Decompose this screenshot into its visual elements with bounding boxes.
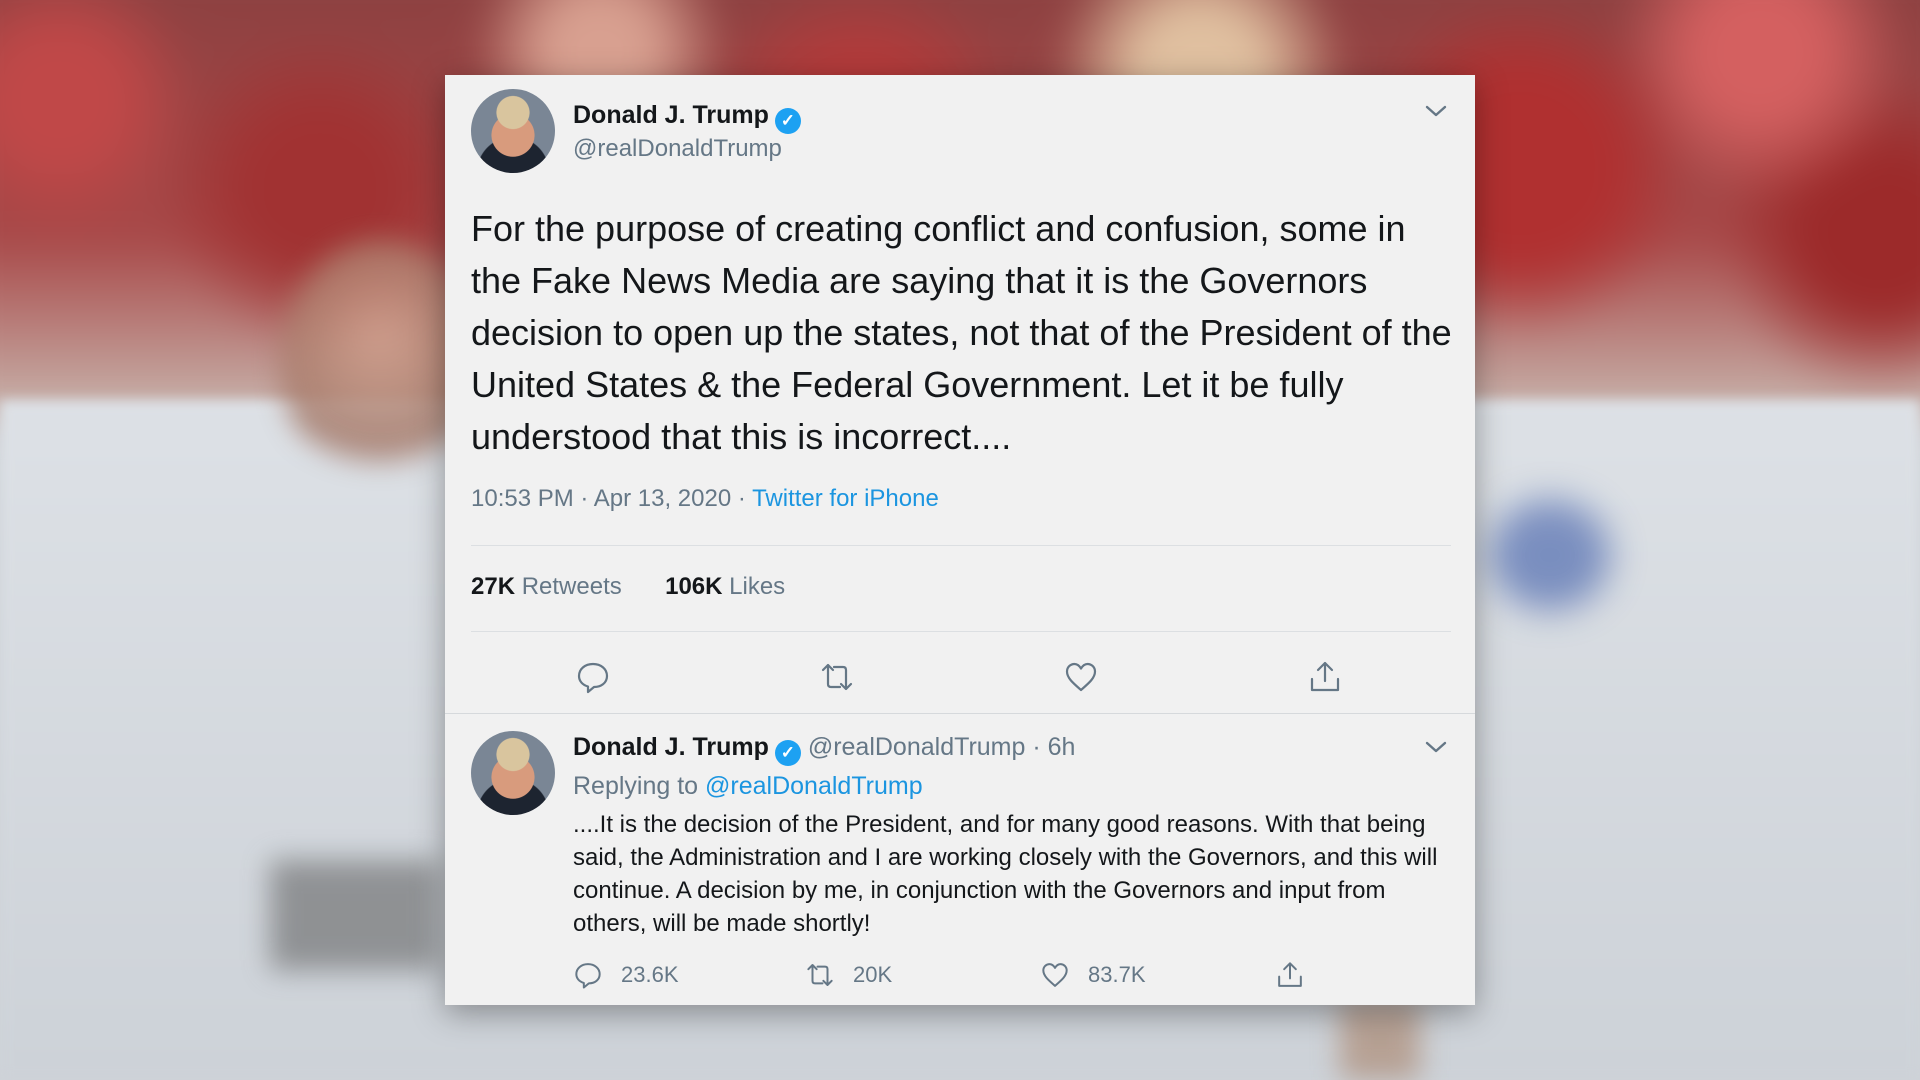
verified-badge-icon: ✓ [774,108,801,134]
tweet-source-link[interactable]: Twitter for iPhone [752,485,939,512]
reply-age[interactable]: · 6h [1032,733,1075,761]
retweets-label: Retweets [521,573,622,600]
reply-header: Donald J. Trump ✓ @realDonaldTrump · 6h [573,733,1075,766]
share-icon[interactable] [1307,659,1343,695]
divider [471,631,1451,632]
reply-like-button[interactable]: 83.7K [1040,957,1146,993]
share-icon [1278,962,1302,987]
retweets-count: 27K [471,573,516,600]
tweet-stats: 27K Retweets 106K Likes [471,573,785,601]
heart-icon [1042,963,1068,987]
chevron-down-icon[interactable] [1423,103,1449,119]
verified-badge-icon: ✓ [774,740,801,766]
retweet-icon[interactable] [819,659,855,695]
reply-reply-button[interactable]: 23.6K [573,957,679,993]
background-image-thumb [270,860,440,970]
retweet-icon [807,964,833,986]
likes-stat[interactable]: 106K Likes [665,573,785,600]
author-name-row[interactable]: Donald J. Trump ✓ [573,101,801,134]
likes-label: Likes [729,573,786,600]
retweets-stat[interactable]: 27K Retweets [471,573,622,600]
heart-icon[interactable] [1063,659,1099,695]
author-handle[interactable]: @realDonaldTrump [573,135,782,163]
background-logo [1490,500,1610,610]
background-decor [1340,1000,1420,1080]
reply-author-handle[interactable]: @realDonaldTrump [808,733,1026,761]
replying-prefix: Replying to [573,772,699,800]
reply-likes-count: 83.7K [1088,962,1146,987]
reply-retweets-count: 20K [853,962,893,987]
reply-retweet-button[interactable]: 20K [805,957,892,993]
tweet-text: For the purpose of creating conflict and… [471,208,1452,457]
reply-author-name[interactable]: Donald J. Trump [573,733,769,761]
reply-share-button[interactable] [1275,957,1323,993]
author-avatar[interactable] [471,89,555,173]
replying-to-link[interactable]: @realDonaldTrump [705,772,923,800]
reply-text: ....It is the decision of the President,… [573,811,1438,937]
divider [471,545,1451,546]
tweet-separator [445,713,1475,714]
reply-icon[interactable] [575,659,611,695]
reply-replies-count: 23.6K [621,962,679,987]
replying-to-line: Replying to @realDonaldTrump [573,772,923,801]
tweet-timestamp[interactable]: 10:53 PM · Apr 13, 2020 · [471,485,746,512]
likes-count: 106K [665,573,723,600]
reply-icon [575,963,601,989]
reply-author-avatar[interactable] [471,731,555,815]
chevron-down-icon[interactable] [1423,739,1449,755]
author-name[interactable]: Donald J. Trump [573,101,769,129]
tweet-card: Donald J. Trump ✓ @realDonaldTrump For th… [445,75,1475,1005]
tweet-meta: 10:53 PM · Apr 13, 2020 · Twitter for iP… [471,485,939,513]
